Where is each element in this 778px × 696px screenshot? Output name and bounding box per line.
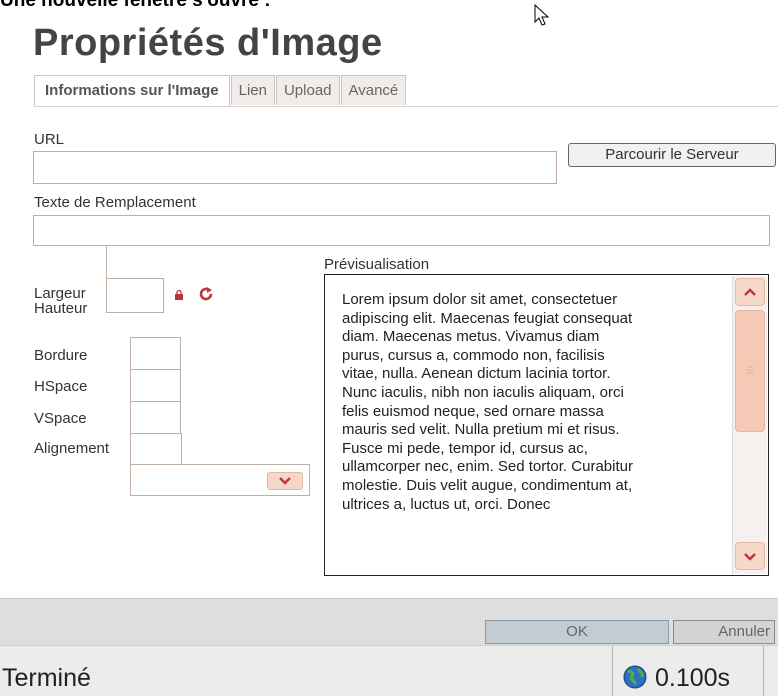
preview-scrollbar[interactable] [732,276,767,574]
status-divider [763,646,764,696]
width-input-box[interactable] [106,278,164,313]
tab-upload[interactable]: Upload [275,75,340,105]
tab-bar: Informations sur l'Image Lien Upload Ava… [34,75,407,107]
vspace-input[interactable] [130,401,181,434]
preview-line: ullamcorper nec, enim. Sed tortor. Curab… [342,458,633,476]
dialog-title: Propriétés d'Image [33,22,383,64]
scroll-up-button[interactable] [735,278,765,306]
preview-line: felis euismod neque, sed ornare massa [342,402,604,420]
status-divider [612,646,613,696]
scroll-down-button[interactable] [735,542,765,570]
alignment-label: Alignement [34,440,110,457]
preview-line: Fusce mi pede, tempor id, cursus ac, [342,439,588,457]
preview-line: ultrices a, luctus ut, orci. Donec [342,495,551,513]
hspace-input[interactable] [130,369,181,402]
tab-link[interactable]: Lien [230,75,275,105]
tab-image-info[interactable]: Informations sur l'Image [34,75,230,107]
preview-box: Lorem ipsum dolor sit amet, consectetuer… [324,274,769,576]
alt-text-input[interactable] [33,215,770,246]
load-time: 0.100s [655,664,731,692]
preview-line: purus, cursus a, commodo non, facilisis [342,346,605,364]
lock-icon[interactable] [174,290,184,300]
chevron-down-icon [279,477,291,485]
scroll-thumb[interactable] [735,310,765,432]
status-text: Terminé [2,664,91,692]
refresh-icon[interactable] [198,286,214,302]
alt-text-label: Texte de Remplacement [34,194,196,211]
url-label: URL [34,131,65,148]
globe-icon [623,665,647,689]
preview-line: adipiscing elit. Maecenas feugiat conseq… [342,309,633,327]
tab-divider [34,106,778,107]
vspace-label: VSpace [34,410,87,427]
hspace-label: HSpace [34,378,88,395]
preview-line: molestie. Duis velit augue, condimentum … [342,476,633,494]
tab-advanced[interactable]: Avancé [340,75,407,105]
browse-server-button[interactable]: Parcourir le Serveur [568,143,776,167]
chevron-down-icon [744,553,756,561]
url-input[interactable] [33,151,557,184]
mouse-cursor-icon [534,4,550,26]
preview-line: mauris sed velit. Nulla pretium mi et ri… [342,421,620,439]
browser-status-bar: Terminé 0.100s [0,645,778,696]
preview-line: diam. Maecenas metus. Vivamus diam [342,328,600,346]
height-label: Hauteur [34,300,88,317]
dialog-footer: OK Annuler [0,598,778,645]
preview-line: vitae, nulla. Aenean dictum lacinia tort… [342,365,611,383]
preview-text: Lorem ipsum dolor sit amet, consectetuer… [342,291,712,514]
border-label: Bordure [34,347,88,364]
ok-button[interactable]: OK [485,620,669,644]
cancel-button[interactable]: Annuler [673,620,775,644]
preview-line: Nunc iaculis, nibh non iaculis aliquam, … [342,383,624,401]
grip-icon [747,366,753,374]
alignment-label-box [130,433,182,465]
page-caption: Une nouvelle fenêtre s'ouvre : [0,0,271,11]
alignment-dropdown-button[interactable] [267,472,303,490]
preview-label: Prévisualisation [324,256,430,273]
chevron-up-icon [744,288,756,296]
width-input[interactable] [106,246,164,279]
height-input[interactable] [106,313,164,315]
preview-line: Lorem ipsum dolor sit amet, consectetuer [342,291,618,308]
border-input[interactable] [130,337,181,370]
